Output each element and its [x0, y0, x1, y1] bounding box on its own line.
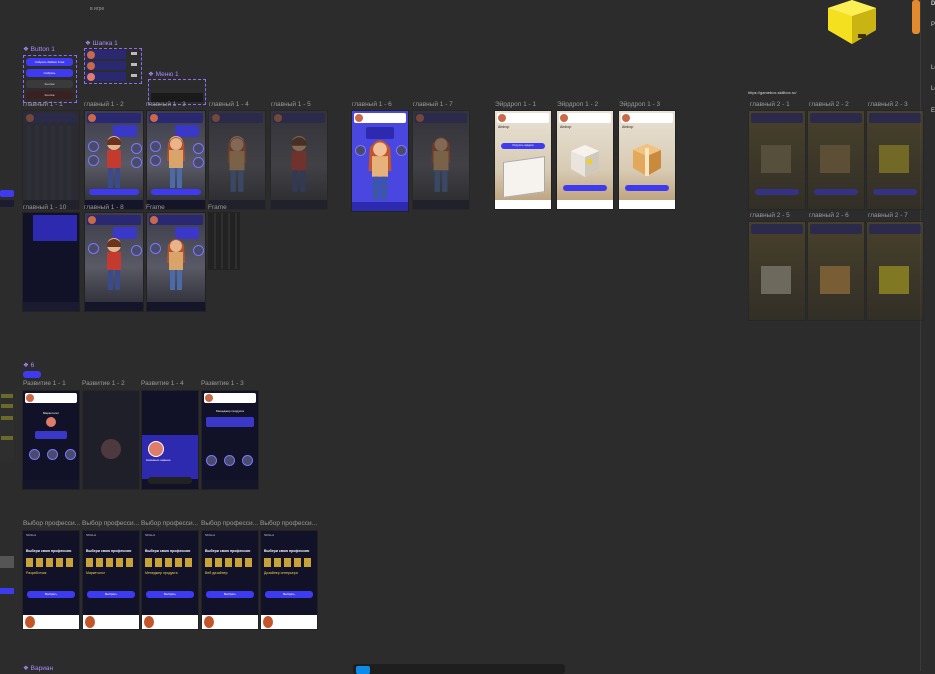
button-component-set: Собрать бабкин 6 ккк Собрать Кнопка Кноп… — [23, 55, 77, 103]
frame-glavnyi-1-1[interactable] — [22, 110, 80, 210]
frame-profession-3[interactable]: SKILLA Выбери свою профессию Менеджер пр… — [141, 530, 199, 630]
frame-glavnyi-1-3[interactable] — [146, 110, 206, 210]
frame-razvitie-1-4[interactable]: Название навыка — [141, 390, 199, 490]
panel-item[interactable]: De — [931, 1, 935, 7]
panel-item[interactable]: Pa — [931, 22, 935, 28]
button-variant[interactable]: Собрать — [26, 69, 73, 77]
gift-box-illustration — [571, 145, 599, 177]
stray-element — [0, 200, 14, 207]
url-label: https://gamebox.skillbox.ru/ — [748, 90, 797, 95]
frame-profession-5[interactable]: SKILLA Выбери свою профессию Дизайнер ин… — [260, 530, 318, 630]
frame-glavnyi-2-3[interactable] — [866, 110, 924, 210]
frame-label: Развитие 1 - 4 — [141, 380, 184, 387]
component-label-button: ❖ Button 1 — [23, 46, 55, 53]
yellow-box-illustration — [822, 0, 878, 46]
frame-label: главный 1 - 3 — [146, 101, 186, 108]
frame-label: главный 2 - 3 — [868, 101, 908, 108]
frame-glavnyi-2-2[interactable] — [807, 110, 865, 210]
frame-profession-1[interactable]: SKILLA Выбери свою профессию Разработчик… — [22, 530, 80, 630]
menu-icon — [131, 74, 137, 77]
button-variant[interactable]: Кнопка — [26, 91, 73, 99]
bottom-toolbar[interactable] — [353, 664, 565, 674]
frame-airdrop-1-3[interactable]: Airdrop — [618, 110, 676, 210]
panel-item[interactable]: Ex — [931, 108, 935, 114]
stray-element — [0, 556, 14, 568]
frame-glavnyi-2-6[interactable] — [807, 221, 865, 321]
frame-label: Выбор професси... — [201, 520, 259, 527]
frame-label: Выбор професси... — [23, 520, 81, 527]
frame-label: Эйрдроп 1 - 2 — [557, 101, 599, 108]
character-illustration — [107, 136, 121, 188]
stray-panel — [0, 392, 14, 462]
frame-label: главный 1 - 6 — [352, 101, 392, 108]
frame-label: главный 1 - 5 — [271, 101, 311, 108]
avatar — [87, 62, 95, 70]
component-label-menu: ❖ Меню 1 — [148, 71, 179, 78]
frame-label: Эйрдроп 1 - 3 — [619, 101, 661, 108]
frame-label: главный 1 - 1 — [23, 101, 63, 108]
header-component-set — [84, 48, 142, 84]
frame-airdrop-1-2[interactable]: Airdrop — [556, 110, 614, 210]
frame-label: Выбор професси... — [260, 520, 318, 527]
frame-label: Frame — [208, 204, 227, 211]
frame-label: главный 1 - 4 — [209, 101, 249, 108]
orange-box-illustration — [912, 0, 920, 34]
frame-glavnyi-1-7[interactable] — [412, 110, 470, 210]
component-label-header: ❖ Шапка 1 — [85, 40, 118, 47]
frame-glavnyi-2-1[interactable] — [748, 110, 806, 210]
frame-glavnyi-1-5[interactable] — [270, 110, 328, 210]
avatar — [87, 51, 95, 59]
frame-razvitie-1-2[interactable] — [82, 390, 140, 490]
frame-glavnyi-1-6[interactable] — [351, 110, 409, 212]
stray-button[interactable] — [0, 588, 14, 594]
component-6-button[interactable] — [23, 371, 41, 378]
frame-glavnyi-1-2[interactable] — [84, 110, 144, 210]
frame-label: главный 2 - 6 — [809, 212, 849, 219]
panel-item[interactable]: Lo — [931, 65, 935, 71]
move-tool-icon[interactable] — [356, 666, 370, 674]
frame-glavnyi-1-10[interactable] — [22, 212, 80, 312]
character-illustration — [167, 136, 185, 188]
avatar — [87, 73, 95, 81]
component-label-6: ❖ 6 — [23, 362, 35, 369]
frame-label: Развитие 1 - 2 — [82, 380, 125, 387]
frame-label: Эйрдроп 1 - 1 — [495, 101, 537, 108]
frame-label: главный 1 - 2 — [84, 101, 124, 108]
frame-glavnyi-1-4[interactable] — [208, 110, 266, 210]
frame-label: главный 2 - 5 — [750, 212, 790, 219]
button-variant[interactable]: Собрать бабкин 6 ккк — [26, 58, 73, 66]
canvas-top-label: в игре — [90, 6, 105, 12]
frame-glavnyi-2-7[interactable] — [866, 221, 924, 321]
frame-razvitie-1-1[interactable]: Маркетолог — [22, 390, 80, 490]
gift-box-illustration — [633, 144, 661, 176]
stray-button[interactable] — [0, 190, 14, 197]
frame-row2-b[interactable] — [208, 212, 240, 270]
menu-icon — [131, 52, 137, 55]
frame-label: Выбор професси... — [141, 520, 199, 527]
frame-profession-2[interactable]: SKILLA Выбери свою профессию Маркетолог … — [82, 530, 140, 630]
frame-row2-a[interactable] — [146, 212, 206, 312]
frame-label: главный 1 - 7 — [413, 101, 453, 108]
menu-icon — [131, 63, 137, 66]
frame-profession-4[interactable]: SKILLA Выбери свою профессию Веб дизайне… — [201, 530, 259, 630]
frame-airdrop-1-1[interactable]: Airdrop Получить подарок — [494, 110, 552, 210]
button-variant[interactable]: Кнопка — [26, 80, 73, 88]
frame-label: Выбор професси... — [82, 520, 140, 527]
frame-label: главный 2 - 7 — [868, 212, 908, 219]
frame-label: главный 1 - 8 — [84, 204, 124, 211]
frame-glavnyi-1-8[interactable] — [84, 212, 144, 312]
frame-label: главный 2 - 2 — [809, 101, 849, 108]
frame-glavnyi-2-5[interactable] — [748, 221, 806, 321]
frame-label: главный 2 - 1 — [750, 101, 790, 108]
properties-panel: De Pa Lo Lo Ex — [920, 0, 935, 671]
frame-label: Развитие 1 - 3 — [201, 380, 244, 387]
frame-label: Развитие 1 - 1 — [23, 380, 66, 387]
panel-item[interactable]: Lo — [931, 86, 935, 92]
frame-label: Frame — [146, 204, 165, 211]
frame-razvitie-1-3[interactable]: Менеджер продукта — [201, 390, 259, 490]
frame-label: главный 1 - 10 — [23, 204, 67, 211]
